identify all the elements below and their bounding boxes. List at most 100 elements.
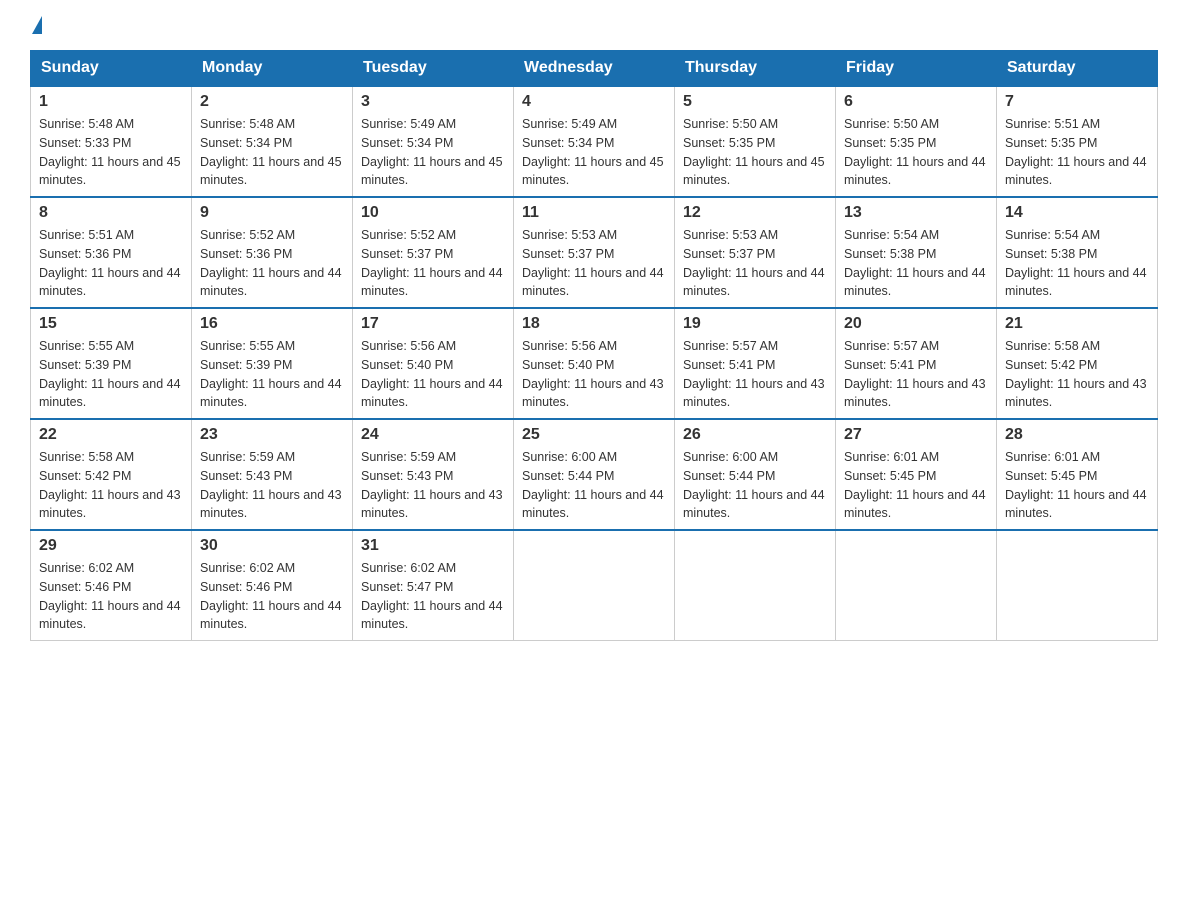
day-number: 9 <box>200 204 344 222</box>
day-number: 20 <box>844 315 988 333</box>
day-info: Sunrise: 6:01 AMSunset: 5:45 PMDaylight:… <box>1005 450 1147 520</box>
calendar-cell <box>997 530 1158 641</box>
day-number: 10 <box>361 204 505 222</box>
day-info: Sunrise: 5:50 AMSunset: 5:35 PMDaylight:… <box>683 117 825 187</box>
calendar-cell: 7 Sunrise: 5:51 AMSunset: 5:35 PMDayligh… <box>997 86 1158 197</box>
day-number: 14 <box>1005 204 1149 222</box>
day-info: Sunrise: 6:01 AMSunset: 5:45 PMDaylight:… <box>844 450 986 520</box>
day-number: 12 <box>683 204 827 222</box>
day-info: Sunrise: 5:59 AMSunset: 5:43 PMDaylight:… <box>200 450 342 520</box>
calendar-cell: 22 Sunrise: 5:58 AMSunset: 5:42 PMDaylig… <box>31 419 192 530</box>
day-number: 19 <box>683 315 827 333</box>
calendar-cell: 16 Sunrise: 5:55 AMSunset: 5:39 PMDaylig… <box>192 308 353 419</box>
day-number: 15 <box>39 315 183 333</box>
day-number: 18 <box>522 315 666 333</box>
day-number: 24 <box>361 426 505 444</box>
calendar-cell: 25 Sunrise: 6:00 AMSunset: 5:44 PMDaylig… <box>514 419 675 530</box>
calendar-cell: 8 Sunrise: 5:51 AMSunset: 5:36 PMDayligh… <box>31 197 192 308</box>
day-info: Sunrise: 5:59 AMSunset: 5:43 PMDaylight:… <box>361 450 503 520</box>
day-number: 26 <box>683 426 827 444</box>
weekday-header-row: SundayMondayTuesdayWednesdayThursdayFrid… <box>31 51 1158 87</box>
calendar-cell: 27 Sunrise: 6:01 AMSunset: 5:45 PMDaylig… <box>836 419 997 530</box>
calendar-cell: 3 Sunrise: 5:49 AMSunset: 5:34 PMDayligh… <box>353 86 514 197</box>
day-info: Sunrise: 6:00 AMSunset: 5:44 PMDaylight:… <box>522 450 664 520</box>
day-info: Sunrise: 5:52 AMSunset: 5:36 PMDaylight:… <box>200 228 342 298</box>
day-info: Sunrise: 5:55 AMSunset: 5:39 PMDaylight:… <box>39 339 181 409</box>
day-info: Sunrise: 5:56 AMSunset: 5:40 PMDaylight:… <box>361 339 503 409</box>
day-info: Sunrise: 5:49 AMSunset: 5:34 PMDaylight:… <box>361 117 503 187</box>
calendar-cell: 15 Sunrise: 5:55 AMSunset: 5:39 PMDaylig… <box>31 308 192 419</box>
day-info: Sunrise: 5:53 AMSunset: 5:37 PMDaylight:… <box>683 228 825 298</box>
weekday-header-sunday: Sunday <box>31 51 192 87</box>
day-number: 1 <box>39 93 183 111</box>
calendar-cell: 21 Sunrise: 5:58 AMSunset: 5:42 PMDaylig… <box>997 308 1158 419</box>
day-info: Sunrise: 5:48 AMSunset: 5:34 PMDaylight:… <box>200 117 342 187</box>
day-number: 4 <box>522 93 666 111</box>
day-info: Sunrise: 5:51 AMSunset: 5:36 PMDaylight:… <box>39 228 181 298</box>
day-info: Sunrise: 5:54 AMSunset: 5:38 PMDaylight:… <box>844 228 986 298</box>
week-row-5: 29 Sunrise: 6:02 AMSunset: 5:46 PMDaylig… <box>31 530 1158 641</box>
calendar-cell: 13 Sunrise: 5:54 AMSunset: 5:38 PMDaylig… <box>836 197 997 308</box>
day-number: 22 <box>39 426 183 444</box>
day-number: 11 <box>522 204 666 222</box>
calendar-cell: 30 Sunrise: 6:02 AMSunset: 5:46 PMDaylig… <box>192 530 353 641</box>
day-number: 30 <box>200 537 344 555</box>
day-number: 25 <box>522 426 666 444</box>
header <box>30 20 1158 38</box>
day-number: 31 <box>361 537 505 555</box>
calendar-cell: 1 Sunrise: 5:48 AMSunset: 5:33 PMDayligh… <box>31 86 192 197</box>
calendar-cell <box>675 530 836 641</box>
weekday-header-saturday: Saturday <box>997 51 1158 87</box>
day-number: 13 <box>844 204 988 222</box>
calendar-cell: 23 Sunrise: 5:59 AMSunset: 5:43 PMDaylig… <box>192 419 353 530</box>
weekday-header-monday: Monday <box>192 51 353 87</box>
weekday-header-tuesday: Tuesday <box>353 51 514 87</box>
day-number: 3 <box>361 93 505 111</box>
day-number: 29 <box>39 537 183 555</box>
day-info: Sunrise: 5:54 AMSunset: 5:38 PMDaylight:… <box>1005 228 1147 298</box>
calendar-cell: 19 Sunrise: 5:57 AMSunset: 5:41 PMDaylig… <box>675 308 836 419</box>
day-info: Sunrise: 6:00 AMSunset: 5:44 PMDaylight:… <box>683 450 825 520</box>
calendar-cell: 12 Sunrise: 5:53 AMSunset: 5:37 PMDaylig… <box>675 197 836 308</box>
day-info: Sunrise: 5:58 AMSunset: 5:42 PMDaylight:… <box>39 450 181 520</box>
calendar-cell: 18 Sunrise: 5:56 AMSunset: 5:40 PMDaylig… <box>514 308 675 419</box>
logo-triangle-icon <box>32 16 42 34</box>
day-number: 27 <box>844 426 988 444</box>
calendar-cell: 17 Sunrise: 5:56 AMSunset: 5:40 PMDaylig… <box>353 308 514 419</box>
day-number: 28 <box>1005 426 1149 444</box>
day-info: Sunrise: 5:48 AMSunset: 5:33 PMDaylight:… <box>39 117 181 187</box>
day-info: Sunrise: 5:52 AMSunset: 5:37 PMDaylight:… <box>361 228 503 298</box>
weekday-header-wednesday: Wednesday <box>514 51 675 87</box>
calendar-cell: 14 Sunrise: 5:54 AMSunset: 5:38 PMDaylig… <box>997 197 1158 308</box>
calendar-cell <box>836 530 997 641</box>
day-info: Sunrise: 6:02 AMSunset: 5:46 PMDaylight:… <box>39 561 181 631</box>
day-info: Sunrise: 5:49 AMSunset: 5:34 PMDaylight:… <box>522 117 664 187</box>
day-number: 17 <box>361 315 505 333</box>
day-info: Sunrise: 5:57 AMSunset: 5:41 PMDaylight:… <box>683 339 825 409</box>
logo <box>30 20 42 38</box>
week-row-3: 15 Sunrise: 5:55 AMSunset: 5:39 PMDaylig… <box>31 308 1158 419</box>
calendar-cell: 6 Sunrise: 5:50 AMSunset: 5:35 PMDayligh… <box>836 86 997 197</box>
day-info: Sunrise: 5:57 AMSunset: 5:41 PMDaylight:… <box>844 339 986 409</box>
day-number: 16 <box>200 315 344 333</box>
calendar-cell: 10 Sunrise: 5:52 AMSunset: 5:37 PMDaylig… <box>353 197 514 308</box>
day-info: Sunrise: 5:53 AMSunset: 5:37 PMDaylight:… <box>522 228 664 298</box>
calendar: SundayMondayTuesdayWednesdayThursdayFrid… <box>30 50 1158 641</box>
calendar-cell <box>514 530 675 641</box>
calendar-cell: 29 Sunrise: 6:02 AMSunset: 5:46 PMDaylig… <box>31 530 192 641</box>
calendar-cell: 31 Sunrise: 6:02 AMSunset: 5:47 PMDaylig… <box>353 530 514 641</box>
calendar-cell: 28 Sunrise: 6:01 AMSunset: 5:45 PMDaylig… <box>997 419 1158 530</box>
day-number: 5 <box>683 93 827 111</box>
day-info: Sunrise: 5:56 AMSunset: 5:40 PMDaylight:… <box>522 339 664 409</box>
calendar-cell: 24 Sunrise: 5:59 AMSunset: 5:43 PMDaylig… <box>353 419 514 530</box>
week-row-2: 8 Sunrise: 5:51 AMSunset: 5:36 PMDayligh… <box>31 197 1158 308</box>
day-info: Sunrise: 6:02 AMSunset: 5:46 PMDaylight:… <box>200 561 342 631</box>
day-number: 2 <box>200 93 344 111</box>
weekday-header-thursday: Thursday <box>675 51 836 87</box>
calendar-cell: 26 Sunrise: 6:00 AMSunset: 5:44 PMDaylig… <box>675 419 836 530</box>
day-number: 8 <box>39 204 183 222</box>
weekday-header-friday: Friday <box>836 51 997 87</box>
calendar-cell: 20 Sunrise: 5:57 AMSunset: 5:41 PMDaylig… <box>836 308 997 419</box>
day-info: Sunrise: 6:02 AMSunset: 5:47 PMDaylight:… <box>361 561 503 631</box>
day-info: Sunrise: 5:51 AMSunset: 5:35 PMDaylight:… <box>1005 117 1147 187</box>
